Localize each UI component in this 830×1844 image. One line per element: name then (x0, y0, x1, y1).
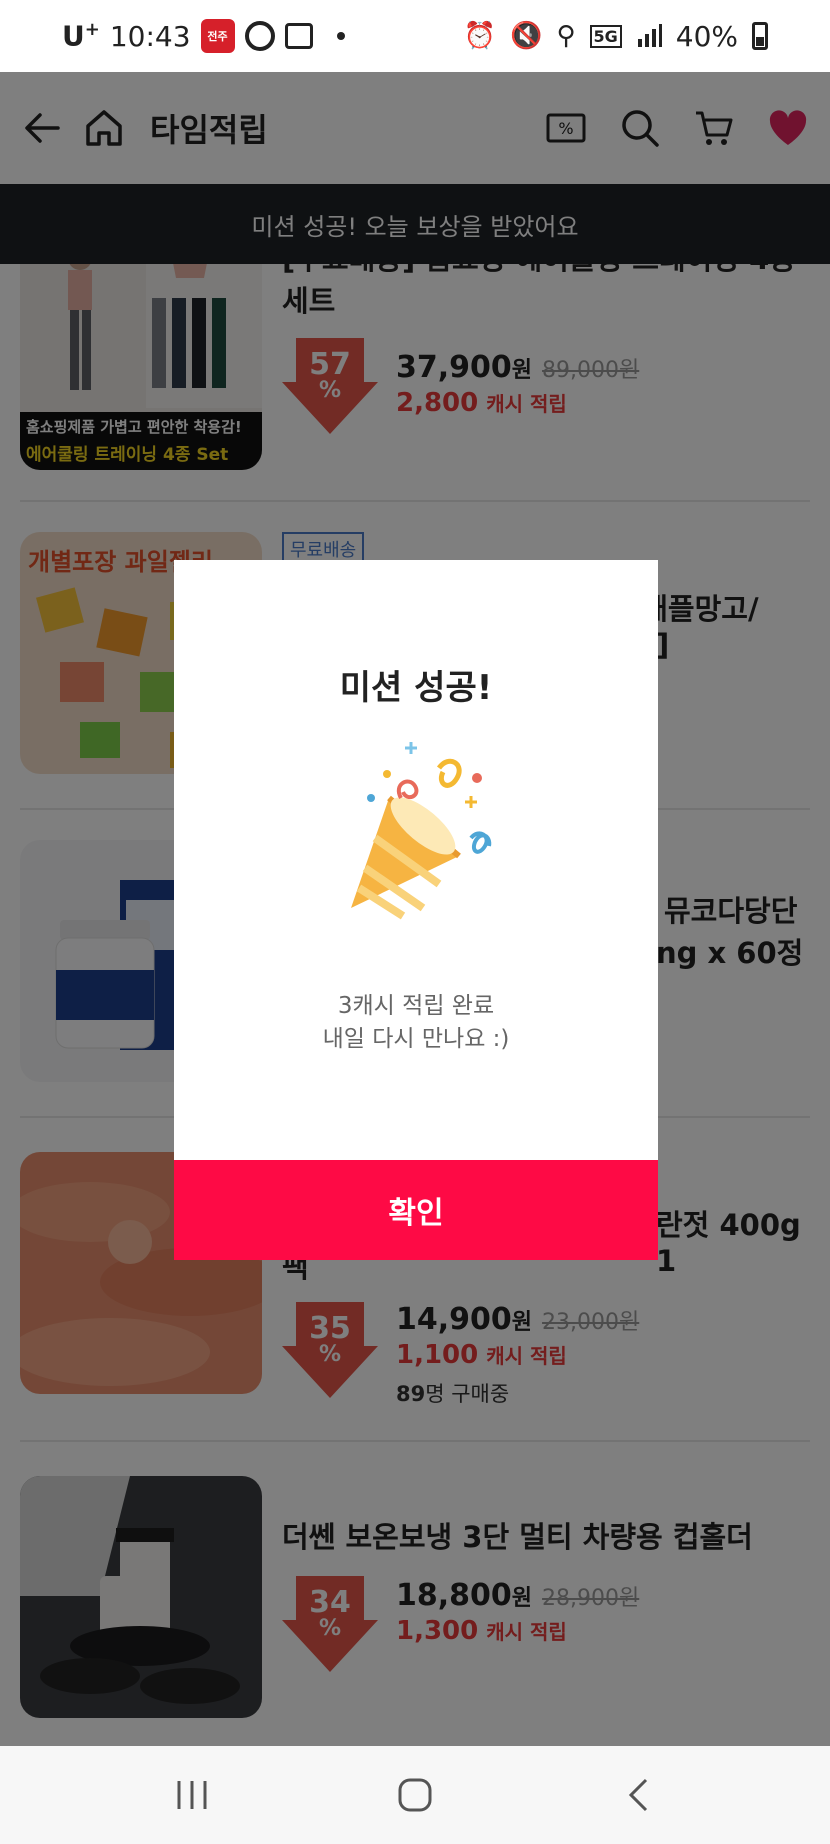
status-left: U+ 10:43 전주 (62, 19, 345, 53)
dialog-message-line: 3캐시 적립 완료 (337, 993, 495, 1019)
gallery-icon (284, 23, 313, 49)
status-bar: U+ 10:43 전주 ⏰ 🔇 ⚲ 5G 40% (0, 0, 830, 72)
mute-icon: 🔇 (510, 21, 543, 51)
more-notifications-icon (336, 32, 345, 40)
battery-icon (752, 22, 768, 50)
status-right: ⏰ 🔇 ⚲ 5G 40% (464, 20, 768, 53)
dialog-message: 3캐시 적립 완료 내일 다시 만나요 :) (174, 990, 658, 1056)
back-button-icon[interactable] (608, 1765, 668, 1825)
dialog-message-line: 내일 다시 만나요 :) (322, 1026, 510, 1052)
carrier-label: U+ (62, 19, 100, 53)
mission-success-dialog: 미션 성공! 3캐시 적립 완료 내일 다시 만나요 :) 확인 (174, 560, 658, 1260)
party-popper-icon (351, 742, 492, 920)
network-type: 5G (589, 24, 622, 48)
dialog-title: 미션 성공! (339, 668, 493, 708)
home-button-icon[interactable] (385, 1765, 445, 1825)
app-badge-icon: 전주 (200, 19, 235, 53)
battery-percent: 40% (675, 19, 738, 53)
signal-icon (637, 24, 662, 47)
recent-apps-icon[interactable] (162, 1765, 222, 1825)
status-time: 10:43 (109, 19, 191, 53)
alarm-icon: ⏰ (463, 21, 497, 51)
confirm-button[interactable]: 확인 (174, 1160, 658, 1260)
location-icon: ⚲ (556, 21, 576, 51)
system-nav-bar (0, 1746, 830, 1844)
record-icon (244, 21, 275, 51)
